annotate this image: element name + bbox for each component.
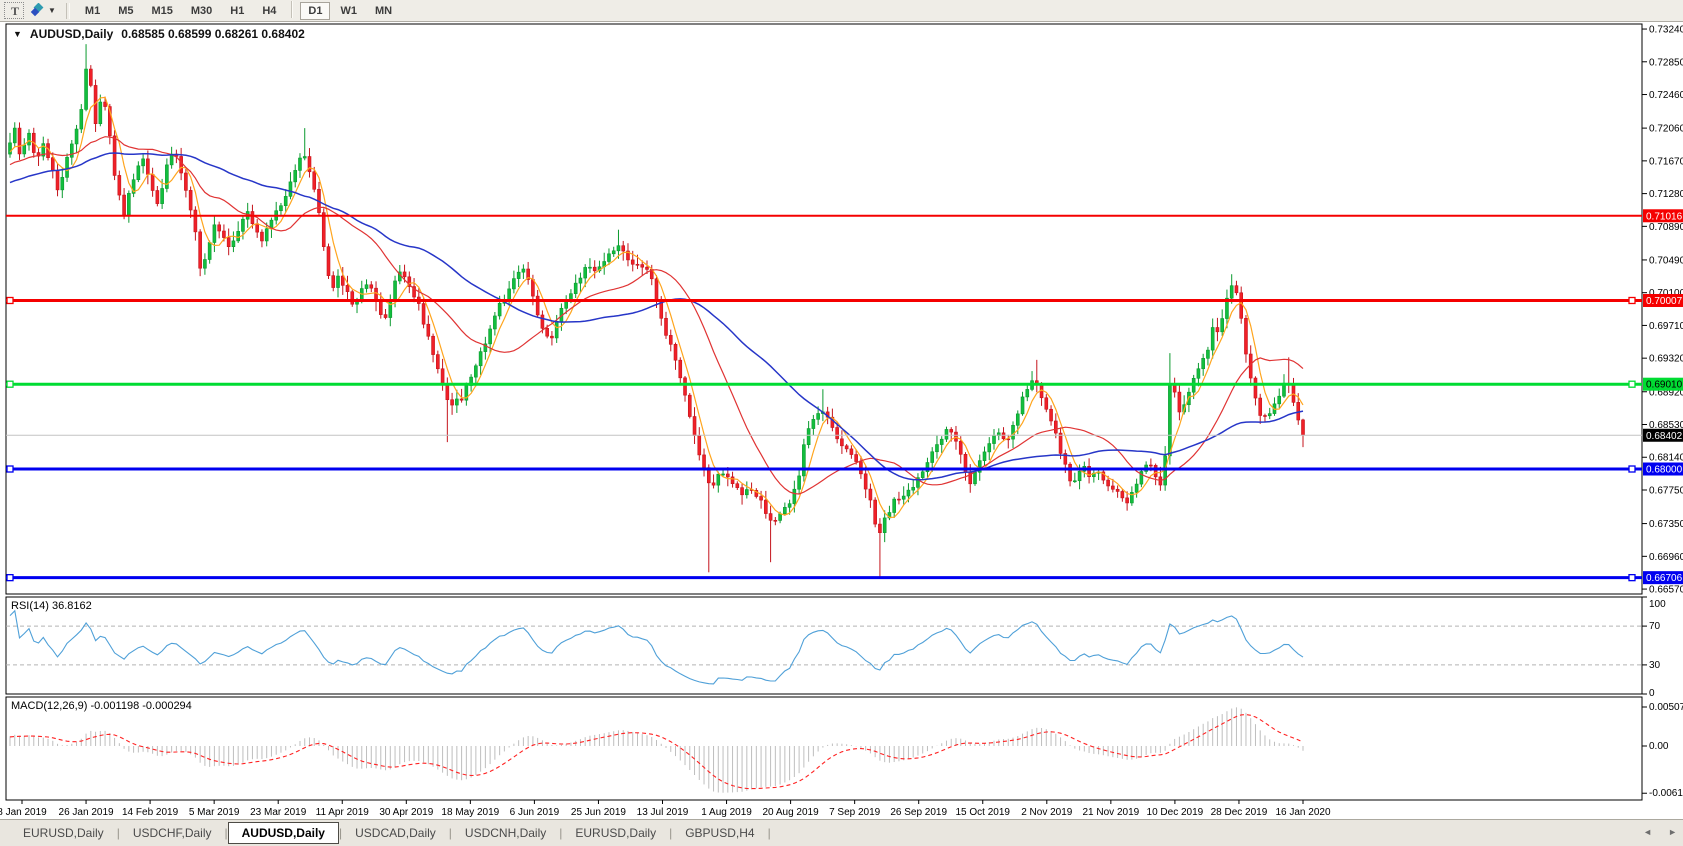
hline-handle[interactable]: [7, 466, 13, 472]
hline-handle[interactable]: [7, 381, 13, 387]
date-tick-label: 26 Sep 2019: [890, 807, 947, 818]
price-tick-label: 0.69320: [1649, 354, 1683, 365]
timeframe-button-m5[interactable]: M5: [110, 2, 141, 20]
text-tool-button[interactable]: T: [4, 2, 24, 19]
price-tick-label: 0.70490: [1649, 255, 1683, 266]
timeframe-button-mn[interactable]: MN: [367, 2, 400, 20]
date-tick-label: 6 Jun 2019: [510, 807, 560, 818]
date-tick-label: 25 Jun 2019: [571, 807, 626, 818]
tabs-scroll-left-button[interactable]: ◄: [1643, 827, 1652, 837]
tab-divider: |: [768, 826, 771, 840]
price-tick-label: 0.67350: [1649, 519, 1683, 530]
price-tick-label: 0.72060: [1649, 124, 1683, 135]
date-tick-label: 30 Apr 2019: [379, 807, 433, 818]
date-tick-label: 23 Mar 2019: [250, 807, 307, 818]
price-tick-label: 0.71670: [1649, 156, 1683, 167]
toolbar-separator: [291, 1, 293, 18]
chart-symbol-title: AUDUSD,Daily: [30, 27, 113, 41]
date-tick-label: 21 Nov 2019: [1082, 807, 1139, 818]
rsi-indicator-label: RSI(14) 36.8162: [11, 600, 92, 612]
price-tick-label: 0.73240: [1649, 25, 1683, 36]
toolbar-separator: [66, 3, 70, 19]
hline-handle[interactable]: [1629, 466, 1635, 472]
price-tick-label: 0.66570: [1649, 585, 1683, 596]
main-chart-panel[interactable]: [6, 24, 1642, 594]
current-price-tag-label: 0.68402: [1646, 431, 1683, 442]
chart-title: ▼ AUDUSD,Daily 0.68585 0.68599 0.68261 0…: [13, 27, 305, 41]
price-tick-label: 0.66960: [1649, 552, 1683, 563]
date-tick-label: 14 Feb 2019: [122, 807, 179, 818]
date-tick-label: 7 Sep 2019: [829, 807, 881, 818]
chart-tab-audusd-daily[interactable]: AUDUSD,Daily: [228, 822, 339, 844]
hline-handle[interactable]: [1629, 381, 1635, 387]
date-tick-label: 15 Oct 2019: [956, 807, 1011, 818]
price-tick-label: 0.72460: [1649, 90, 1683, 101]
date-tick-label: 2 Nov 2019: [1021, 807, 1073, 818]
chart-tab-usdcad-daily[interactable]: USDCAD,Daily: [342, 822, 449, 844]
mt4-window: 0.73240 0.72850 0.72460 0.72060 0.71670 0.712…: [0, 0, 1683, 846]
hline-handle[interactable]: [1629, 575, 1635, 581]
hline-price-tag-label: 0.71016: [1646, 211, 1683, 222]
dropdown-arrow-icon: ▼: [48, 6, 56, 15]
macd-panel[interactable]: [6, 697, 1642, 800]
date-tick-label: 5 Mar 2019: [189, 807, 240, 818]
chart-ohlc-values: 0.68585 0.68599 0.68261 0.68402: [121, 27, 305, 41]
date-tick-label: 13 Jul 2019: [637, 807, 689, 818]
timeframe-button-m1[interactable]: M1: [77, 2, 108, 20]
date-tick-label: 16 Jan 2020: [1275, 807, 1330, 818]
timeframe-button-d1[interactable]: D1: [300, 2, 330, 20]
chart-canvas[interactable]: 0.73240 0.72850 0.72460 0.72060 0.71670 0.712…: [0, 0, 1683, 846]
macd-tick-label: 0.005076: [1649, 702, 1683, 713]
price-tick-label: 0.70890: [1649, 222, 1683, 233]
price-tick-label: 0.71280: [1649, 189, 1683, 200]
macd-indicator-label: MACD(12,26,9) -0.001198 -0.000294: [11, 700, 192, 712]
timeframe-button-h4[interactable]: H4: [254, 2, 284, 20]
chart-tab-gbpusd-h4[interactable]: GBPUSD,H4: [672, 822, 767, 844]
macd-tick-label: -0.006148: [1649, 788, 1683, 799]
date-tick-label: 28 Dec 2019: [1211, 807, 1268, 818]
chart-tab-bar: EURUSD,Daily|USDCHF,Daily|AUDUSD,Daily|U…: [0, 819, 1683, 846]
hline-handle[interactable]: [7, 297, 13, 303]
hline-price-tag-label: 0.66706: [1646, 573, 1683, 584]
price-tick-label: 0.72850: [1649, 57, 1683, 68]
hline-handle[interactable]: [7, 575, 13, 581]
date-tick-label: 20 Aug 2019: [763, 807, 820, 818]
chart-tab-usdcnh-daily[interactable]: USDCNH,Daily: [452, 822, 559, 844]
date-tick-label: 11 Apr 2019: [316, 807, 370, 818]
rsi-tick-label: 70: [1649, 621, 1661, 632]
macd-tick-label: 0.00: [1649, 741, 1669, 752]
styles-tool-button[interactable]: ▼: [30, 3, 56, 18]
chart-tab-eurusd-daily[interactable]: EURUSD,Daily: [10, 822, 117, 844]
rsi-tick-label: 100: [1649, 599, 1666, 610]
price-tick-label: 0.69710: [1649, 321, 1683, 332]
price-tick-label: 0.68140: [1649, 453, 1683, 464]
toolbar: T ▼ M1M5M15M30H1H4 D1W1MN: [0, 0, 1683, 22]
date-tick-label: 10 Dec 2019: [1147, 807, 1204, 818]
chart-dropdown-icon[interactable]: ▼: [13, 29, 22, 39]
rsi-panel[interactable]: [6, 597, 1642, 694]
timeframe-button-h1[interactable]: H1: [222, 2, 252, 20]
date-tick-label: 1 Aug 2019: [701, 807, 752, 818]
date-tick-label: 18 May 2019: [441, 807, 499, 818]
timeframe-button-m30[interactable]: M30: [183, 2, 220, 20]
date-tick-label: 26 Jan 2019: [59, 807, 114, 818]
timeframe-button-m15[interactable]: M15: [143, 2, 180, 20]
chart-tab-eurusd-daily[interactable]: EURUSD,Daily: [562, 822, 669, 844]
tab-scroll-arrows: ◄ ►: [1643, 827, 1677, 837]
timeframe-button-group: M1M5M15M30H1H4 D1W1MN: [76, 1, 401, 20]
timeframe-button-w1[interactable]: W1: [332, 2, 365, 20]
chart-tab-usdchf-daily[interactable]: USDCHF,Daily: [120, 822, 225, 844]
rsi-tick-label: 0: [1649, 688, 1655, 699]
styles-icon: [30, 3, 46, 18]
rsi-tick-label: 30: [1649, 660, 1661, 671]
hline-price-tag-label: 0.69010: [1646, 380, 1683, 391]
hline-price-tag-label: 0.68000: [1646, 465, 1683, 476]
hline-handle[interactable]: [1629, 297, 1635, 303]
date-tick-label: 8 Jan 2019: [0, 807, 47, 818]
tabs-scroll-right-button[interactable]: ►: [1668, 827, 1677, 837]
price-tick-label: 0.67750: [1649, 485, 1683, 496]
hline-price-tag-label: 0.70007: [1646, 296, 1683, 307]
